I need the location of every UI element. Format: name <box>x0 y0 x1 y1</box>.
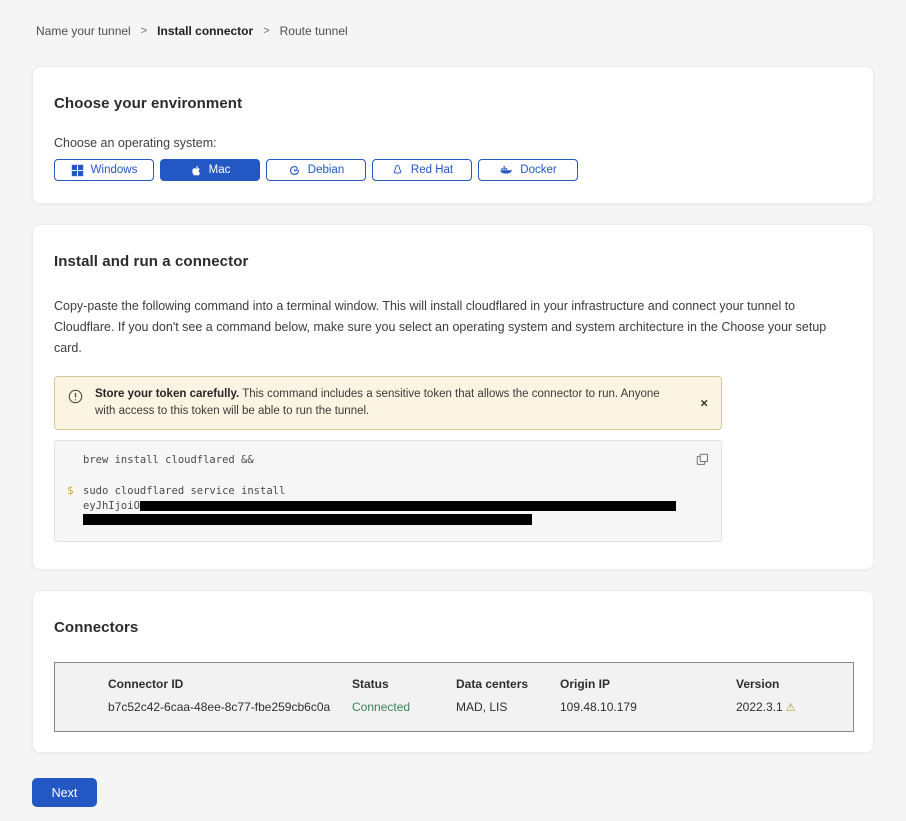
connector-data-centers-value: MAD, LIS <box>456 700 560 714</box>
connectors-card-title: Connectors <box>54 619 852 636</box>
os-button-group: Windows Mac Debian <box>54 159 852 181</box>
install-description: Copy-paste the following command into a … <box>54 296 852 359</box>
breadcrumb-name-your-tunnel[interactable]: Name your tunnel <box>36 24 131 38</box>
os-button-label: Debian <box>308 164 344 176</box>
code-line-brew: brew install cloudflared && <box>83 453 681 467</box>
header-status: Status <box>352 677 456 691</box>
header-origin-ip: Origin IP <box>560 677 736 691</box>
connector-status-badge: Connected <box>352 700 456 714</box>
install-connector-card: Install and run a connector Copy-paste t… <box>32 224 874 570</box>
code-line-sudo: sudo cloudflared service install <box>83 484 681 498</box>
next-button[interactable]: Next <box>32 778 97 807</box>
breadcrumb-separator: > <box>263 25 269 37</box>
os-button-label: Windows <box>91 164 138 176</box>
os-button-redhat[interactable]: Red Hat <box>372 159 472 181</box>
os-button-label: Red Hat <box>411 164 453 176</box>
debian-logo-icon <box>288 164 301 177</box>
apple-logo-icon <box>190 164 202 177</box>
connector-id-value: b7c52c42-6caa-48ee-8c77-fbe259cb6c0a <box>108 700 352 714</box>
breadcrumb-route-tunnel[interactable]: Route tunnel <box>280 24 348 38</box>
os-select-label: Choose an operating system: <box>54 136 852 150</box>
choose-environment-card: Choose your environment Choose an operat… <box>32 66 874 204</box>
connector-row: b7c52c42-6caa-48ee-8c77-fbe259cb6c0a Con… <box>108 700 853 714</box>
redhat-logo-icon <box>391 164 404 177</box>
copy-icon[interactable] <box>696 453 709 469</box>
redacted-token-bar <box>83 514 532 525</box>
os-button-docker[interactable]: Docker <box>478 159 578 181</box>
environment-card-title: Choose your environment <box>54 95 852 112</box>
os-button-label: Docker <box>520 164 556 176</box>
connectors-card: Connectors Connector ID Status Data cent… <box>32 590 874 753</box>
connector-version-value: 2022.3.1⚠ <box>736 700 846 714</box>
terminal-prompt: $ <box>67 484 74 498</box>
connector-origin-ip-value: 109.48.10.179 <box>560 700 736 714</box>
install-card-title: Install and run a connector <box>54 253 852 270</box>
os-button-mac[interactable]: Mac <box>160 159 260 181</box>
warning-bold-lead: Store your token carefully. <box>95 388 239 400</box>
breadcrumb-separator: > <box>141 25 147 37</box>
connectors-table: Connector ID Status Data centers Origin … <box>54 662 854 732</box>
os-button-debian[interactable]: Debian <box>266 159 366 181</box>
os-button-windows[interactable]: Windows <box>54 159 154 181</box>
redacted-token-bar <box>140 501 676 511</box>
docker-logo-icon <box>499 164 513 176</box>
breadcrumb-install-connector[interactable]: Install connector <box>157 24 253 38</box>
close-icon[interactable]: × <box>700 397 708 410</box>
header-version: Version <box>736 677 846 691</box>
header-data-centers: Data centers <box>456 677 560 691</box>
windows-logo-icon <box>71 164 84 177</box>
token-warning-banner: Store your token carefully. This command… <box>54 376 722 430</box>
connectors-table-header: Connector ID Status Data centers Origin … <box>108 677 853 691</box>
breadcrumb: Name your tunnel > Install connector > R… <box>0 0 906 38</box>
install-command-codeblock: $ brew install cloudflared && sudo cloud… <box>54 440 722 542</box>
os-button-label: Mac <box>209 164 231 176</box>
header-connector-id: Connector ID <box>108 677 352 691</box>
version-warning-triangle-icon: ⚠ <box>786 702 796 714</box>
token-prefix: eyJhIjoiO <box>83 499 140 513</box>
alert-circle-icon <box>68 389 83 410</box>
